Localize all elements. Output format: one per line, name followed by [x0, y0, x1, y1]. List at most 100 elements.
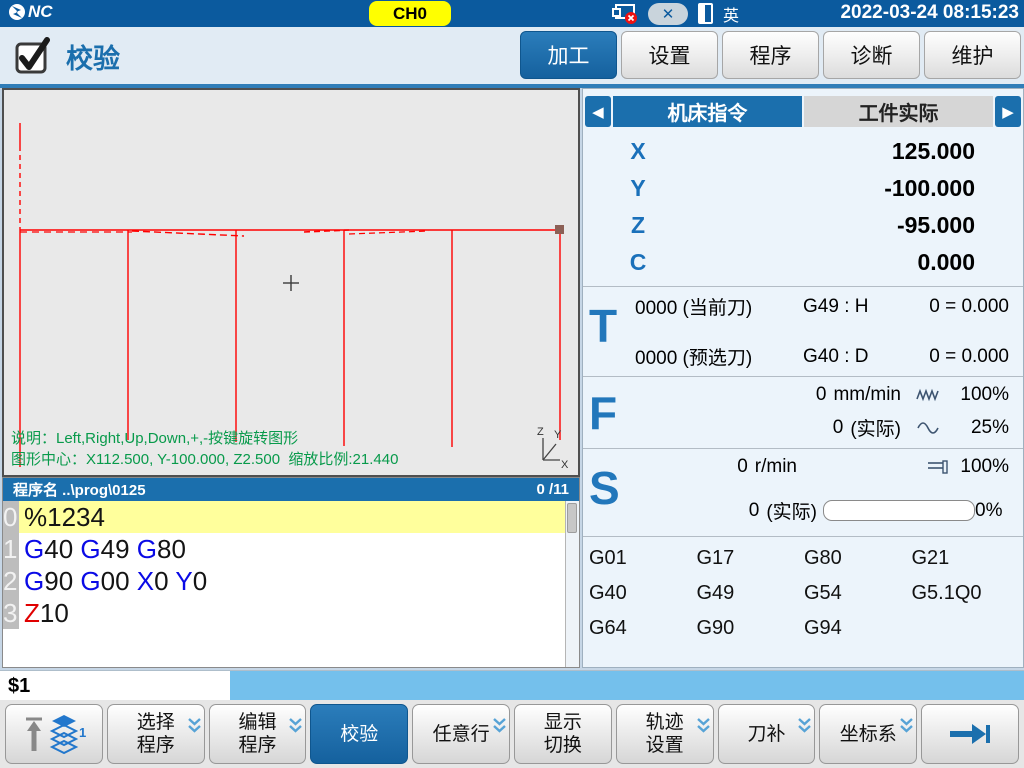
axis-row-x: X 125.000 — [583, 133, 1023, 170]
program-panel: 程序名 ..\prog\0125 0 /11 0 %1234 1 G40 G49… — [2, 477, 580, 668]
program-line[interactable]: 1 G40 G49 G80 — [3, 533, 579, 565]
softkey-label: 任意行 — [433, 723, 490, 746]
softkey-label: 编辑 — [238, 711, 276, 734]
coord-next-button[interactable]: ▶ — [995, 96, 1021, 127]
spindle-override-icon — [923, 459, 957, 475]
chevron-down-icon — [899, 717, 914, 735]
feed-unit: mm/min — [826, 384, 901, 406]
tab-maintenance[interactable]: 维护 — [924, 31, 1021, 79]
gcode-cell: G94 — [804, 617, 912, 640]
softkey-label: 切换 — [544, 734, 582, 757]
spindle-section-label: S — [589, 461, 620, 515]
softkey-select-program[interactable]: 选择 程序 — [107, 704, 205, 764]
tab-machining[interactable]: 加工 — [520, 31, 617, 79]
input-language-indicator: 英 — [723, 2, 739, 26]
network-status-icon — [612, 3, 638, 25]
program-scrollbar[interactable] — [565, 501, 579, 667]
softkey-label: 轨迹 — [646, 711, 684, 734]
tab-program[interactable]: 程序 — [722, 31, 819, 79]
tool-number: 0000 (预选刀) — [635, 343, 803, 370]
softkey-label: 程序 — [137, 734, 175, 757]
svg-text:Y: Y — [554, 429, 562, 441]
gcode-cell: G40 — [589, 582, 697, 605]
svg-text:1: 1 — [79, 725, 86, 740]
status-panel: ◀ 机床指令 工件实际 ▶ X 125.000 Y -100.000 Z -95… — [582, 88, 1024, 668]
line-number: 1 — [3, 533, 19, 565]
axis-row-z: Z -95.000 — [583, 207, 1023, 244]
spindle-load-percent: 0% — [975, 500, 1019, 522]
line-code: G90 G00 X0 Y0 — [19, 565, 565, 597]
softkey-edit-program[interactable]: 编辑 程序 — [209, 704, 307, 764]
gcode-cell: G80 — [804, 547, 912, 570]
softkey-bar: 1 选择 程序 编辑 程序 校验 任意行 显示 切换 轨迹 设置 — [0, 700, 1024, 768]
rapid-override-icon — [901, 421, 957, 435]
program-line[interactable]: 3 Z10 — [3, 597, 579, 629]
mdi-command-bar[interactable]: $1 — [0, 670, 1024, 701]
tool-comp-code: G40 : D — [803, 346, 923, 368]
coord-tab-workpiece-actual[interactable]: 工件实际 — [804, 96, 993, 127]
svg-text:X: X — [561, 459, 569, 470]
softkey-label: 坐标系 — [840, 723, 897, 746]
gcode-cell: G90 — [697, 617, 805, 640]
tool-comp-code: G49 : H — [803, 296, 923, 318]
modal-gcode-grid: G01 G17 G80 G21 G40 G49 G54 G5.1Q0 G64 G… — [589, 547, 1019, 640]
page-header: 校验 加工 设置 程序 诊断 维护 — [0, 27, 1024, 84]
softkey-tool-comp[interactable]: 刀补 — [718, 704, 816, 764]
coord-tab-machine-command[interactable]: 机床指令 — [613, 96, 802, 127]
softkey-return-level[interactable]: 1 — [5, 704, 103, 764]
line-code: Z10 — [19, 597, 565, 629]
tool-number: 0000 (当前刀) — [635, 293, 803, 320]
softkey-coord-system[interactable]: 坐标系 — [819, 704, 917, 764]
spindle-value: 0 — [635, 456, 748, 478]
feed-unit: (实际) — [843, 414, 901, 441]
axis-position-list: X 125.000 Y -100.000 Z -95.000 C 0.000 — [583, 133, 1023, 281]
channel-badge: CH0 — [369, 1, 451, 26]
chevron-down-icon — [492, 717, 507, 735]
verify-checkbox-icon — [14, 36, 52, 76]
feed-row-actual: 0 (实际) 25% — [635, 414, 1019, 441]
program-listing[interactable]: 0 %1234 1 G40 G49 G80 2 G90 G00 X0 Y0 3 … — [3, 501, 579, 667]
section-divider — [583, 536, 1023, 537]
spindle-row-programmed: 0 r/min 100% — [635, 456, 1019, 478]
softkey-label: 校验 — [340, 723, 378, 746]
coord-prev-button[interactable]: ◀ — [585, 96, 611, 127]
program-line[interactable]: 0 %1234 — [3, 501, 579, 533]
line-code: G40 G49 G80 — [19, 533, 565, 565]
softkey-next-page[interactable] — [921, 704, 1019, 764]
axis-value: -95.000 — [693, 212, 1023, 239]
softkey-any-line[interactable]: 任意行 — [412, 704, 510, 764]
gcode-cell: G21 — [912, 547, 1020, 570]
tool-comp-value: 0 = 0.000 — [923, 346, 1019, 368]
tab-settings[interactable]: 设置 — [621, 31, 718, 79]
softkey-label: 程序 — [238, 734, 276, 757]
axis-value: -100.000 — [693, 175, 1023, 202]
gcode-cell: G17 — [697, 547, 805, 570]
gcode-cell: G5.1Q0 — [912, 582, 1020, 605]
feed-value: 0 — [635, 384, 826, 406]
softkey-trace-settings[interactable]: 轨迹 设置 — [616, 704, 714, 764]
section-divider — [583, 286, 1023, 287]
line-number: 2 — [3, 565, 19, 597]
chevron-down-icon — [797, 717, 812, 735]
chevron-down-icon — [288, 717, 303, 735]
toolpath-trace — [4, 90, 578, 475]
graph-hint-center: 图形中心：X112.500, Y-100.000, Z2.500 缩放比例:21… — [11, 448, 398, 469]
softkey-verify[interactable]: 校验 — [310, 704, 408, 764]
tool-position-marker — [555, 225, 564, 234]
softkey-label: 显示 — [544, 711, 582, 734]
softkey-display-switch[interactable]: 显示 切换 — [514, 704, 612, 764]
tab-diagnosis[interactable]: 诊断 — [823, 31, 920, 79]
line-number: 0 — [3, 501, 19, 533]
line-code: %1234 — [19, 501, 565, 533]
toolpath-preview-panel[interactable]: 说明：Left,Right,Up,Down,+,-按键旋转图形 图形中心：X11… — [2, 88, 580, 477]
program-line-counter: 0 /11 — [536, 481, 569, 498]
axis-triad-icon: Z Y X — [534, 424, 570, 470]
storage-icon — [698, 3, 713, 24]
page-title: 校验 — [66, 37, 120, 76]
program-line[interactable]: 2 G90 G00 X0 Y0 — [3, 565, 579, 597]
gcode-cell: G54 — [804, 582, 912, 605]
axis-name: X — [583, 138, 693, 165]
scrollbar-thumb[interactable] — [567, 503, 577, 533]
spindle-override-percent: 100% — [957, 456, 1019, 478]
section-divider — [583, 448, 1023, 449]
